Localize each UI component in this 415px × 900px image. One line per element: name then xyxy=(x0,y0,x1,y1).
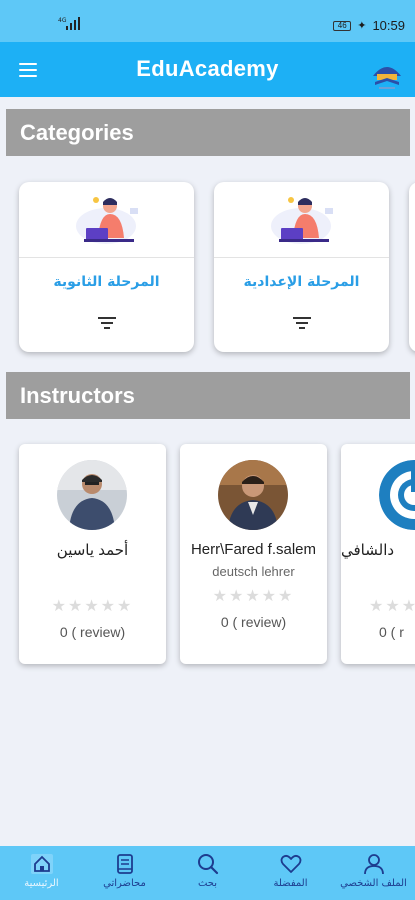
filter-icon[interactable] xyxy=(98,317,116,329)
instructor-name: Herr\Fared f.salem xyxy=(190,541,317,558)
card-divider xyxy=(19,257,194,258)
nav-label: المفضلة xyxy=(273,878,308,889)
signal-icon: 4G xyxy=(58,17,80,30)
app-bar: EduAcademy xyxy=(0,42,415,97)
app-title: EduAcademy xyxy=(136,56,279,81)
instructor-name: أحمد ياسين xyxy=(56,542,129,559)
clock: 10:59 xyxy=(372,18,405,33)
instructors-carousel[interactable]: أحمد ياسين ★★★★★ 0 ( review) Herr\Fared … xyxy=(0,432,415,682)
instructor-subtitle: deutsch lehrer xyxy=(212,564,295,579)
book-icon xyxy=(116,854,133,874)
categories-carousel[interactable]: المرحلة الثانوية المرحلة الإعدادية xyxy=(0,170,415,360)
home-icon xyxy=(30,854,53,874)
network-type: 4G xyxy=(58,17,67,24)
bottom-nav: الرئيسية محاضراتي بحث المفضلة الملف الشخ… xyxy=(0,846,415,900)
rating-stars: ★★★★★ xyxy=(51,598,134,615)
nav-profile[interactable]: الملف الشخصي xyxy=(332,846,415,900)
teacher-illustration-icon xyxy=(271,197,333,244)
nav-favorites[interactable]: المفضلة xyxy=(249,846,332,900)
status-bar: 4G 46 ✦ 10:59 xyxy=(0,0,415,42)
nav-search[interactable]: بحث xyxy=(166,846,249,900)
category-title: المرحلة الثانوية xyxy=(53,274,160,290)
nav-label: بحث xyxy=(197,878,218,889)
categories-header: Categories xyxy=(6,109,410,156)
nav-label: محاضراتي xyxy=(103,878,146,889)
card-divider xyxy=(214,257,389,258)
instructors-header: Instructors xyxy=(6,372,410,419)
instructor-card[interactable]: أحمد ياسين ★★★★★ 0 ( review) xyxy=(19,444,166,664)
status-right: 46 ✦ 10:59 xyxy=(333,18,405,33)
category-title: المرحلة الإعدادية xyxy=(243,274,360,290)
category-card[interactable]: المرحلة الإعدادية xyxy=(214,182,389,352)
nav-lectures[interactable]: محاضراتي xyxy=(83,846,166,900)
leaf-icon: ✦ xyxy=(357,20,367,32)
review-count: 0 ( review) xyxy=(220,614,287,630)
search-icon xyxy=(197,854,218,875)
academy-logo-icon xyxy=(373,67,401,89)
review-count: 0 ( review) xyxy=(59,624,126,640)
avatar xyxy=(218,460,288,530)
heart-icon xyxy=(280,854,301,873)
battery-icon: 46 xyxy=(333,20,352,31)
avatar xyxy=(57,460,127,530)
category-card-partial[interactable] xyxy=(409,182,415,352)
category-card[interactable]: المرحلة الثانوية xyxy=(19,182,194,352)
nav-label: الملف الشخصي xyxy=(340,878,407,889)
review-count: 0 ( r xyxy=(379,624,404,640)
avatar xyxy=(379,460,415,530)
instructor-card[interactable]: Herr\Fared f.salem deutsch lehrer ★★★★★ … xyxy=(180,444,327,664)
filter-icon[interactable] xyxy=(293,317,311,329)
nav-home[interactable]: الرئيسية xyxy=(0,846,83,900)
instructor-card-partial[interactable]: دالشافي ★★★★★ 0 ( r xyxy=(341,444,415,664)
instructor-name: دالشافي xyxy=(341,542,395,559)
teacher-illustration-icon xyxy=(76,197,138,244)
nav-label: الرئيسية xyxy=(24,878,59,889)
rating-stars: ★★★★★ xyxy=(369,598,415,615)
rating-stars: ★★★★★ xyxy=(212,588,295,605)
person-icon xyxy=(363,854,384,875)
